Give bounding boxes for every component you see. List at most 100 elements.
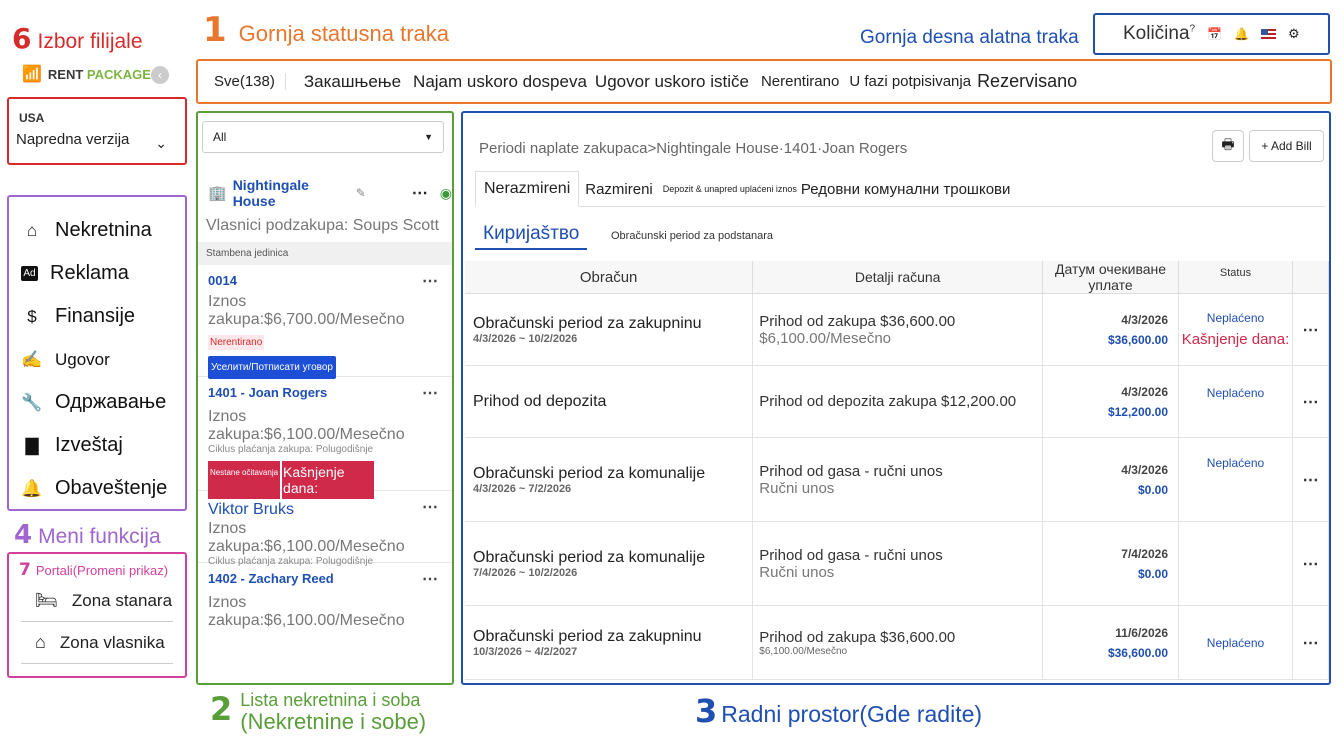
add-bill-button[interactable]: + Add Bill <box>1249 130 1324 162</box>
row-more-icon[interactable]: ⋯ <box>1292 437 1329 522</box>
more-options-icon[interactable]: ⋯ <box>422 497 438 517</box>
more-options-icon[interactable]: ⋯ <box>422 383 438 403</box>
subtab-tenancy[interactable]: Киријаšтво <box>475 223 588 250</box>
property-header[interactable]: 🏢 Nightingale House ✎ ⋯ ◉ <box>208 177 452 209</box>
bill-dates: 4/3/2026 ~ 10/2/2026 <box>473 332 578 345</box>
wrench-icon: 🔧 <box>21 392 43 412</box>
home-icon: ⌂ <box>26 220 38 240</box>
status-tab-late[interactable]: Закашњење <box>286 72 409 92</box>
menu-item-reklama[interactable]: Ad Reklama <box>9 252 185 295</box>
tab-settled[interactable]: Razmireni <box>579 173 659 206</box>
status-tab-signing[interactable]: U fazi potpisivanja <box>847 73 973 90</box>
portal-owner-zone[interactable]: ⌂ Zona vlasnika <box>21 622 173 664</box>
status-badge: Neplaćeno <box>1206 456 1265 470</box>
bill-detail-sub: Ručni unos <box>759 563 835 581</box>
column-header: Датум очекиване уплате <box>1042 261 1179 294</box>
bill-amount: $36,600.00 <box>1107 332 1168 347</box>
bill-amount: $12,200.00 <box>1107 404 1168 419</box>
unit-name: Viktor Bruks <box>208 501 294 518</box>
row-more-icon[interactable]: ⋯ <box>1292 605 1329 680</box>
dollar-icon: $ <box>27 306 37 326</box>
property-filter-select[interactable]: All ▼ <box>202 121 444 153</box>
tab-deposit-prepaid[interactable]: Depozit & unapred uplaćeni iznos <box>659 176 799 206</box>
more-options-icon[interactable]: ⋯ <box>412 183 428 203</box>
unit-card-1401[interactable]: ⋯ 1401 - Joan Rogers Iznos zakupa:$6,100… <box>198 377 452 499</box>
bills-table: Obračun Detalji računa Датум очекиване у… <box>465 261 1329 680</box>
annotation-function-menu: 4 Meni funkcija <box>14 520 161 550</box>
top-right-toolbar: Količina? 📅 🔔 ⚙ <box>1093 13 1330 55</box>
bed-icon: 🛏 <box>35 590 58 610</box>
status-badge-unrented: Nerentirano <box>208 335 265 350</box>
row-more-icon[interactable]: ⋯ <box>1292 293 1329 366</box>
quantity-button[interactable]: Količina? <box>1123 23 1195 45</box>
status-tabs-bar: Sve(138) Закашњење Najam uskoro dospeva … <box>196 59 1332 104</box>
table-row[interactable]: Obračunski period za komunalije 4/3/2026 … <box>465 437 1329 522</box>
more-options-icon[interactable]: ⋯ <box>422 271 438 291</box>
chevron-down-icon: ⌄ <box>155 135 167 151</box>
logo-text-rent: RENT <box>47 66 87 82</box>
due-date: 11/6/2026 <box>1115 625 1168 640</box>
table-row[interactable]: Obračunski period za zakupninu 10/3/2026 … <box>465 605 1329 680</box>
unit-rent: Iznos zakupa:$6,100.00/Mesečno <box>208 594 405 629</box>
bill-title: Obračunski period za komunalije <box>473 548 706 566</box>
status-tab-unrented[interactable]: Nerentirano <box>753 73 847 90</box>
annotation-top-right-toolbar: Gornja desna alatna traka <box>860 27 1079 48</box>
building-icon: 🏢 <box>208 185 227 202</box>
bill-detail-sub: $6,100.00/Mesečno <box>759 329 892 347</box>
visibility-icon[interactable]: ◉ <box>440 185 452 202</box>
row-more-icon[interactable]: ⋯ <box>1292 521 1329 606</box>
table-row[interactable]: Prihod od depozita Prihod od depozita za… <box>465 365 1329 438</box>
tab-unsettled[interactable]: Nerazmireni <box>475 171 580 207</box>
annotation-number: 1 <box>203 10 227 50</box>
bill-dates: 4/3/2026 ~ 7/2/2026 <box>473 482 572 495</box>
wifi-logo-icon: 📶 <box>22 66 42 83</box>
unit-card-viktor[interactable]: ⋯ Viktor Bruks Iznos zakupa:$6,100.00/Me… <box>198 491 452 567</box>
bar-chart-icon: ▇ <box>25 435 39 455</box>
status-tab-all[interactable]: Sve(138) <box>206 73 286 90</box>
annotation-label: (Nekretnine i sobe) <box>240 709 427 734</box>
bill-amount: $36,600.00 <box>1107 645 1168 660</box>
print-button[interactable]: 🖶 <box>1212 130 1244 162</box>
bell-icon[interactable]: 🔔 <box>1234 27 1249 41</box>
menu-item-odrzavanje[interactable]: 🔧 Одржавање <box>9 381 185 424</box>
menu-item-obavestenje[interactable]: 🔔 Obaveštenje <box>9 467 185 510</box>
menu-item-nekretnina[interactable]: ⌂ Nekretnina <box>9 209 185 252</box>
menu-item-finansije[interactable]: $ Finansije <box>9 295 185 338</box>
bill-detail: Prihod od zakupa $36,600.00 <box>759 628 956 646</box>
menu-label: Ugovor <box>55 349 110 369</box>
tab-regular-utilities[interactable]: Редовни комунални трошкови <box>799 173 1013 206</box>
edit-icon[interactable]: ✎ <box>356 186 366 200</box>
subtab-subtenant-period[interactable]: Obračunski period za podstanara <box>611 230 773 242</box>
unit-card-1402[interactable]: ⋯ 1402 - Zachary Reed Iznos zakupa:$6,10… <box>198 563 452 638</box>
portal-tenant-zone[interactable]: 🛏 Zona stanara <box>21 580 173 622</box>
status-tab-rent-due[interactable]: Najam uskoro dospeva <box>409 72 591 92</box>
menu-item-izvestaj[interactable]: ▇ Izveštaj <box>9 424 185 467</box>
portal-label: Zona stanara <box>71 590 173 610</box>
status-tab-contract-expiring[interactable]: Ugovor uskoro ističe <box>591 72 753 92</box>
due-date: 4/3/2026 <box>1121 462 1168 477</box>
annotation-number: 6 <box>12 22 32 55</box>
calendar-icon[interactable]: 📅 <box>1207 27 1222 41</box>
us-flag-icon[interactable] <box>1261 29 1277 39</box>
column-header: Obračun <box>465 261 754 294</box>
move-in-sign-button[interactable]: Уселити/Потписати уговор <box>208 356 336 379</box>
more-options-icon[interactable]: ⋯ <box>422 569 438 589</box>
bill-dates: 7/4/2026 ~ 10/2/2026 <box>473 566 578 579</box>
table-row[interactable]: Obračunski period za komunalije 7/4/2026 … <box>465 521 1329 606</box>
menu-item-ugovor[interactable]: ✍ Ugovor <box>9 338 185 381</box>
unit-card-0014[interactable]: ⋯ 0014 Iznos zakupa:$6,700.00/Mesečno Ne… <box>198 265 452 379</box>
status-tab-reserved[interactable]: Rezervisano <box>973 71 1081 92</box>
row-more-icon[interactable]: ⋯ <box>1292 365 1329 438</box>
gear-icon[interactable]: ⚙ <box>1288 26 1300 42</box>
annotation-label: Portali(Promeni prikaz) <box>35 563 169 578</box>
logo: 📶 RENT PACKAGE <box>22 64 151 84</box>
branch-selector[interactable]: USA Napredna verzija ⌄ <box>7 97 187 165</box>
annotation-label: Lista nekretnina i soba <box>240 690 421 710</box>
table-row[interactable]: Obračunski period za zakupninu 4/3/2026 ~… <box>465 293 1329 366</box>
portals-panel: 7 Portali(Promeni prikaz) 🛏 Zona stanara … <box>7 552 187 678</box>
collapse-sidebar-icon[interactable]: ‹ <box>151 66 169 84</box>
due-date: 4/3/2026 <box>1121 384 1168 399</box>
sublease-owners: Vlasnici podzakupa: Soups Scott <box>206 217 440 234</box>
annotation-number: 4 <box>14 520 33 550</box>
logo-text-package: PACKAGE <box>86 66 151 82</box>
